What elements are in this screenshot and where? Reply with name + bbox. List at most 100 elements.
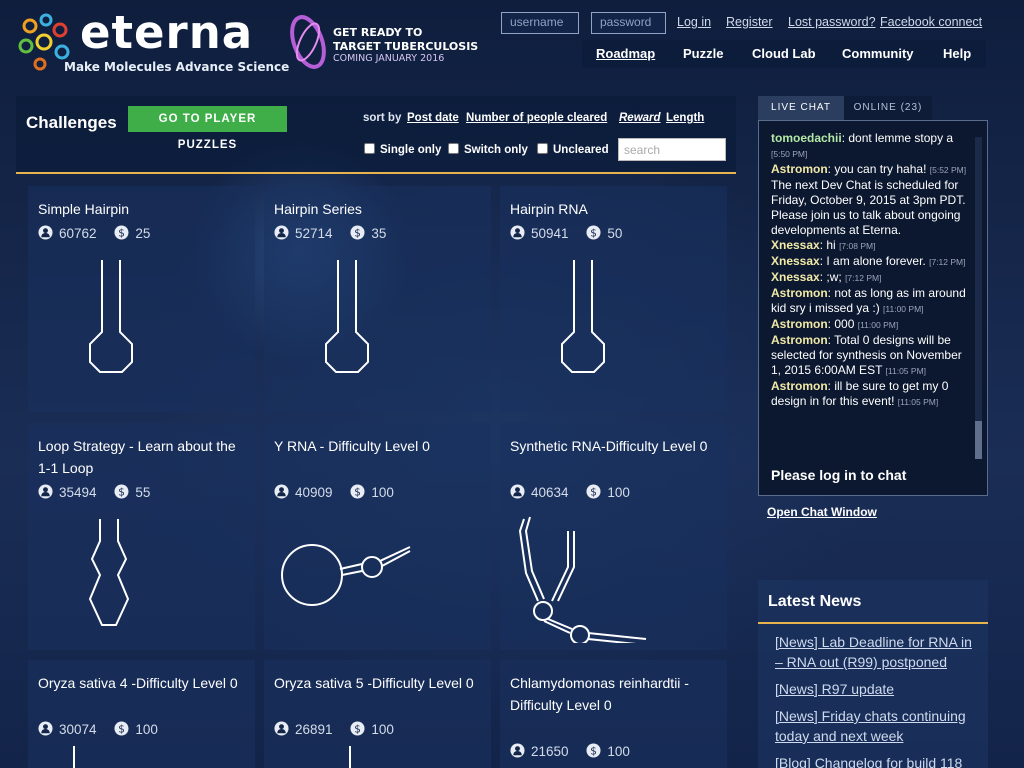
- puzzle-card[interactable]: Oryza sativa 5 -Difficulty Level 0 26891…: [264, 660, 491, 768]
- puzzle-card[interactable]: Hairpin RNA 50941 $50: [500, 186, 727, 412]
- sort-label: sort by: [363, 112, 402, 124]
- news-item[interactable]: [News] Lab Deadline for RNA in – RNA out…: [775, 632, 980, 672]
- register-link[interactable]: Register: [726, 15, 773, 29]
- news-title: Latest News: [768, 593, 862, 610]
- puzzle-stats: 50941 $50: [510, 225, 622, 241]
- chat-message: Xnessax: ;w; [7:12 PM]: [771, 270, 971, 286]
- puzzle-card[interactable]: Synthetic RNA-Difficulty Level 0 40634 $…: [500, 423, 727, 650]
- filter-switch-only[interactable]: Switch only: [448, 143, 528, 156]
- tb-promo-banner[interactable]: GET READY TO TARGET TUBERCULOSIS COMING …: [286, 12, 486, 72]
- reward-coin-icon: $: [350, 484, 365, 499]
- svg-text:$: $: [119, 723, 126, 735]
- puzzle-card[interactable]: Hairpin Series 52714 $35: [264, 186, 491, 412]
- reward-coin-icon: $: [350, 721, 365, 736]
- checkbox[interactable]: [537, 143, 548, 154]
- nav-roadmap[interactable]: Roadmap: [596, 46, 655, 61]
- cleared-count: 30074: [59, 722, 97, 737]
- chat-messages: tomoedachii: dont lemme stopy a [5:50 PM…: [771, 131, 971, 410]
- news-item[interactable]: [News] Friday chats continuing today and…: [775, 706, 980, 746]
- tab-live-chat[interactable]: LIVE CHAT: [758, 96, 844, 120]
- puzzle-stats: 26891 $100: [274, 721, 394, 737]
- reward-amount: 100: [371, 722, 394, 737]
- chat-scrollbar-thumb[interactable]: [975, 421, 982, 459]
- players-icon: [510, 743, 525, 758]
- svg-text:$: $: [355, 227, 362, 239]
- sort-length[interactable]: Length: [666, 112, 704, 124]
- nav-help[interactable]: Help: [943, 46, 971, 61]
- news-divider: [758, 622, 988, 624]
- chat-username[interactable]: Astromon: [771, 379, 828, 393]
- puzzle-card[interactable]: Y RNA - Difficulty Level 0 40909 $100: [264, 423, 491, 650]
- cleared-count: 52714: [295, 226, 333, 241]
- chat-message: The next Dev Chat is scheduled for Frida…: [771, 178, 971, 238]
- latest-news-panel: Latest News [News] Lab Deadline for RNA …: [758, 580, 988, 768]
- sort-people-cleared[interactable]: Number of people cleared: [466, 112, 607, 124]
- filter-label: Switch only: [464, 144, 528, 156]
- chat-time: [11:00 PM]: [883, 304, 924, 314]
- chat-username[interactable]: Xnessax: [771, 270, 820, 284]
- puzzle-stats: 52714 $35: [274, 225, 386, 241]
- puzzle-card[interactable]: Simple Hairpin 60762 $25: [28, 186, 255, 412]
- challenges-title: Challenges: [26, 113, 117, 132]
- rna-structure-icon: [89, 260, 133, 373]
- password-input[interactable]: password: [591, 12, 666, 34]
- nav-community[interactable]: Community: [842, 46, 914, 61]
- lost-password-link[interactable]: Lost password?: [788, 15, 876, 29]
- reward-coin-icon: $: [114, 721, 129, 736]
- news-item[interactable]: [News] R97 update: [775, 679, 980, 699]
- puzzle-card[interactable]: Oryza sativa 4 -Difficulty Level 0 30074…: [28, 660, 255, 768]
- login-link[interactable]: Log in: [677, 15, 711, 29]
- username-input[interactable]: username: [501, 12, 579, 34]
- chat-log[interactable]: tomoedachii: dont lemme stopy a [5:50 PM…: [758, 120, 988, 496]
- chat-text: The next Dev Chat is scheduled for Frida…: [771, 178, 966, 237]
- chat-username[interactable]: tomoedachii: [771, 131, 842, 145]
- chat-text: : ;w;: [819, 270, 842, 284]
- cleared-count: 50941: [531, 226, 569, 241]
- chat-username[interactable]: Astromon: [771, 286, 828, 300]
- puzzle-title: Simple Hairpin: [38, 201, 130, 217]
- reward-coin-icon: $: [586, 225, 601, 240]
- svg-text:$: $: [119, 227, 126, 239]
- puzzle-stats: 30074 $100: [38, 721, 158, 737]
- chat-message: Xnessax: hi [7:08 PM]: [771, 238, 971, 254]
- logo-wordmark: eterna: [80, 6, 254, 59]
- checkbox[interactable]: [364, 143, 375, 154]
- nav-cloud-lab[interactable]: Cloud Lab: [752, 46, 816, 61]
- svg-text:$: $: [591, 227, 598, 239]
- chat-time: [5:50 PM]: [771, 149, 808, 159]
- challenges-toolbar: Challenges GO TO PLAYER PUZZLES sort by …: [16, 96, 736, 174]
- puzzle-title: Hairpin RNA: [510, 201, 588, 217]
- puzzle-card[interactable]: Chlamydomonas reinhardtii - Difficulty L…: [500, 660, 727, 768]
- nav-puzzle[interactable]: Puzzle: [683, 46, 723, 61]
- reward-amount: 100: [607, 485, 630, 500]
- facebook-connect-link[interactable]: Facebook connect: [880, 15, 982, 29]
- chat-username[interactable]: Astromon: [771, 317, 828, 331]
- reward-amount: 50: [607, 226, 623, 241]
- sort-post-date[interactable]: Post date: [407, 112, 459, 124]
- checkbox[interactable]: [448, 143, 459, 154]
- chat-message: Astromon: ill be sure to get my 0 design…: [771, 379, 971, 410]
- chat-scrollbar-track[interactable]: [975, 137, 982, 457]
- eterna-logo[interactable]: eterna Make Molecules Advance Science: [16, 6, 289, 80]
- reward-amount: 100: [371, 485, 394, 500]
- sort-reward[interactable]: Reward: [619, 112, 661, 124]
- puzzle-card[interactable]: Loop Strategy - Learn about the 1-1 Loop…: [28, 423, 255, 650]
- rna-structure-icon: [73, 746, 75, 768]
- news-item[interactable]: [Blog] Changelog for build 118: [775, 753, 980, 768]
- filter-label: Single only: [380, 144, 442, 156]
- puzzle-title: Oryza sativa 4 -Difficulty Level 0: [38, 675, 238, 691]
- open-chat-window-link[interactable]: Open Chat Window: [767, 505, 877, 519]
- filter-single-only[interactable]: Single only: [364, 143, 441, 156]
- chat-username[interactable]: Astromon: [771, 333, 828, 347]
- cleared-count: 35494: [59, 485, 97, 500]
- filter-uncleared[interactable]: Uncleared: [537, 143, 609, 156]
- chat-username[interactable]: Xnessax: [771, 254, 820, 268]
- chat-text: : I am alone forever.: [819, 254, 926, 268]
- chat-username[interactable]: Xnessax: [771, 238, 820, 252]
- tab-online[interactable]: ONLINE (23): [844, 96, 932, 120]
- chat-username[interactable]: Astromon: [771, 162, 828, 176]
- svg-text:$: $: [355, 723, 362, 735]
- player-puzzles-button[interactable]: GO TO PLAYER PUZZLES: [128, 106, 287, 151]
- search-input[interactable]: search: [618, 138, 726, 161]
- site-header: eterna Make Molecules Advance Science GE…: [0, 0, 1024, 92]
